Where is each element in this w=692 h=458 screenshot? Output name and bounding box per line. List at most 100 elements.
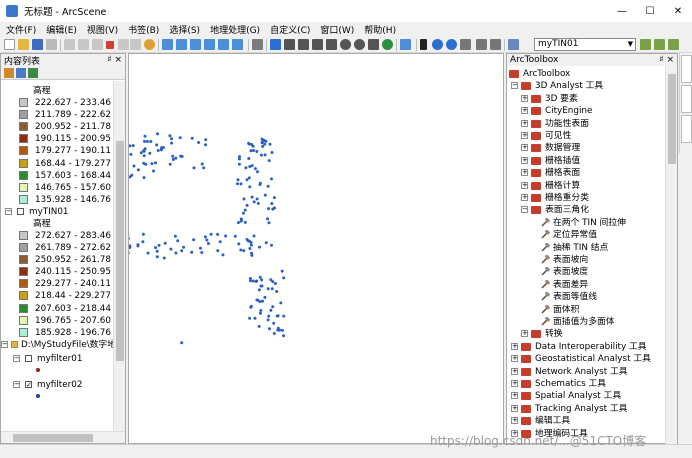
full-extent-icon[interactable]	[382, 39, 393, 50]
expand-icon[interactable]: +	[521, 156, 528, 164]
expand-icon[interactable]: +	[521, 119, 528, 127]
select-features-icon[interactable]	[400, 39, 411, 50]
expand-icon[interactable]: +	[511, 367, 518, 375]
toc-pin-close[interactable]: ♯ ×	[107, 55, 122, 65]
save-icon[interactable]	[32, 39, 43, 50]
expand-icon[interactable]: +	[511, 404, 518, 412]
menu-selection[interactable]: 选择(S)	[163, 23, 204, 36]
identify-icon[interactable]	[432, 39, 443, 50]
menu-file[interactable]: 文件(F)	[0, 23, 40, 36]
side-tab-catalog[interactable]	[681, 85, 692, 113]
catalog-window-icon[interactable]	[190, 39, 201, 50]
expand-icon[interactable]: +	[521, 94, 528, 102]
list-by-visibility-icon[interactable]	[28, 67, 38, 78]
3d-analyst-icon[interactable]	[508, 39, 519, 50]
expand-icon[interactable]: +	[521, 107, 528, 115]
navigate-icon[interactable]	[270, 39, 281, 50]
menu-geoprocessing[interactable]: 地理处理(G)	[204, 23, 264, 36]
redo-icon[interactable]	[130, 39, 141, 50]
scene-view[interactable]	[28, 53, 504, 444]
new-document-icon[interactable]	[4, 39, 15, 50]
collapse-icon[interactable]: −	[13, 354, 20, 362]
html-popup-icon[interactable]	[446, 39, 457, 50]
menu-window[interactable]: 窗口(W)	[314, 23, 358, 36]
python-window-icon[interactable]	[232, 39, 243, 50]
copy-icon[interactable]	[78, 39, 89, 50]
side-tab-search[interactable]	[681, 55, 692, 83]
collapse-icon[interactable]: −	[511, 82, 518, 90]
scroll-thumb[interactable]	[668, 74, 676, 164]
list-by-source-icon[interactable]	[16, 67, 26, 78]
measure-icon[interactable]	[460, 39, 471, 50]
close-button[interactable]: ✕	[664, 0, 692, 22]
scene-layout-icon[interactable]	[490, 39, 501, 50]
scene-point	[168, 134, 172, 138]
scene-point	[170, 141, 174, 145]
toc-horizontal-scrollbar[interactable]	[1, 431, 125, 443]
layer-checkbox[interactable]: ✓	[25, 380, 32, 388]
expand-icon[interactable]: +	[511, 342, 518, 350]
arctoolbox-scrollbar[interactable]	[665, 66, 677, 444]
expand-icon[interactable]: +	[511, 417, 518, 425]
expand-icon[interactable]: +	[521, 194, 528, 201]
arctoolbox-window-icon[interactable]	[218, 39, 229, 50]
menu-edit[interactable]: 编辑(E)	[40, 23, 81, 36]
expand-icon[interactable]: +	[521, 169, 528, 177]
minimize-button[interactable]: —	[608, 0, 636, 22]
menu-view[interactable]: 视图(V)	[81, 23, 122, 36]
zoom-to-target-icon[interactable]	[312, 39, 323, 50]
scene-point	[270, 287, 274, 291]
model-builder-icon[interactable]	[252, 39, 263, 50]
collapse-icon[interactable]: −	[521, 206, 528, 214]
expand-icon[interactable]: +	[521, 181, 528, 189]
print-icon[interactable]	[46, 39, 57, 50]
line-of-sight-icon[interactable]	[668, 39, 679, 50]
layer-checkbox[interactable]	[25, 354, 32, 362]
expand-icon[interactable]: +	[521, 330, 528, 338]
select-elements-icon[interactable]	[420, 39, 427, 50]
layer-combo[interactable]: myTIN01 ▼	[534, 38, 636, 51]
open-folder-icon[interactable]	[18, 39, 29, 50]
collapse-icon[interactable]: −	[1, 340, 8, 348]
collapse-icon[interactable]: −	[5, 207, 12, 215]
expand-icon[interactable]: +	[511, 392, 518, 400]
add-data-icon[interactable]	[144, 39, 155, 50]
menu-customize[interactable]: 自定义(C)	[264, 23, 314, 36]
cut-icon[interactable]	[64, 39, 75, 50]
collapse-icon[interactable]: −	[13, 380, 20, 388]
expand-icon[interactable]: +	[521, 144, 528, 152]
layer-checkbox[interactable]	[17, 207, 24, 215]
watermark: https://blog.csdn.net/...@51CTO博客	[430, 434, 647, 448]
undo-icon[interactable]	[118, 39, 129, 50]
zoom-in-icon[interactable]	[340, 39, 351, 50]
list-by-drawing-order-icon[interactable]	[4, 67, 14, 78]
scene-properties-icon[interactable]	[162, 39, 173, 50]
scene-point	[154, 161, 157, 165]
maximize-button[interactable]: ☐	[636, 0, 664, 22]
pan-icon[interactable]	[368, 39, 379, 50]
paste-icon[interactable]	[92, 39, 103, 50]
create-contour-icon[interactable]	[640, 39, 651, 50]
scroll-thumb[interactable]	[13, 434, 93, 442]
set-observer-icon[interactable]	[326, 39, 337, 50]
target-center-icon[interactable]	[298, 39, 309, 50]
side-tab-results[interactable]	[681, 115, 692, 143]
fly-icon[interactable]	[284, 39, 295, 50]
delete-icon[interactable]	[106, 41, 114, 49]
zoom-out-icon[interactable]	[354, 39, 365, 50]
expand-icon[interactable]: +	[511, 380, 518, 387]
arctoolbox-pin-close[interactable]: ♯ ×	[659, 55, 674, 65]
steepest-path-icon[interactable]	[654, 39, 665, 50]
toc-vertical-scrollbar[interactable]	[113, 81, 125, 431]
animation-icon[interactable]	[476, 39, 487, 50]
expand-icon[interactable]: +	[511, 355, 518, 363]
search-window-icon[interactable]	[204, 39, 215, 50]
menu-help[interactable]: 帮助(H)	[358, 23, 400, 36]
window-title: 无标题 - ArcScene	[24, 7, 107, 18]
expand-icon[interactable]: +	[521, 132, 528, 139]
toc-window-icon[interactable]	[176, 39, 187, 50]
legend-swatch	[19, 146, 28, 156]
legend-range: 200.952 - 211.78	[35, 122, 111, 133]
menu-bookmarks[interactable]: 书签(B)	[122, 23, 163, 36]
scroll-thumb[interactable]	[116, 141, 124, 361]
